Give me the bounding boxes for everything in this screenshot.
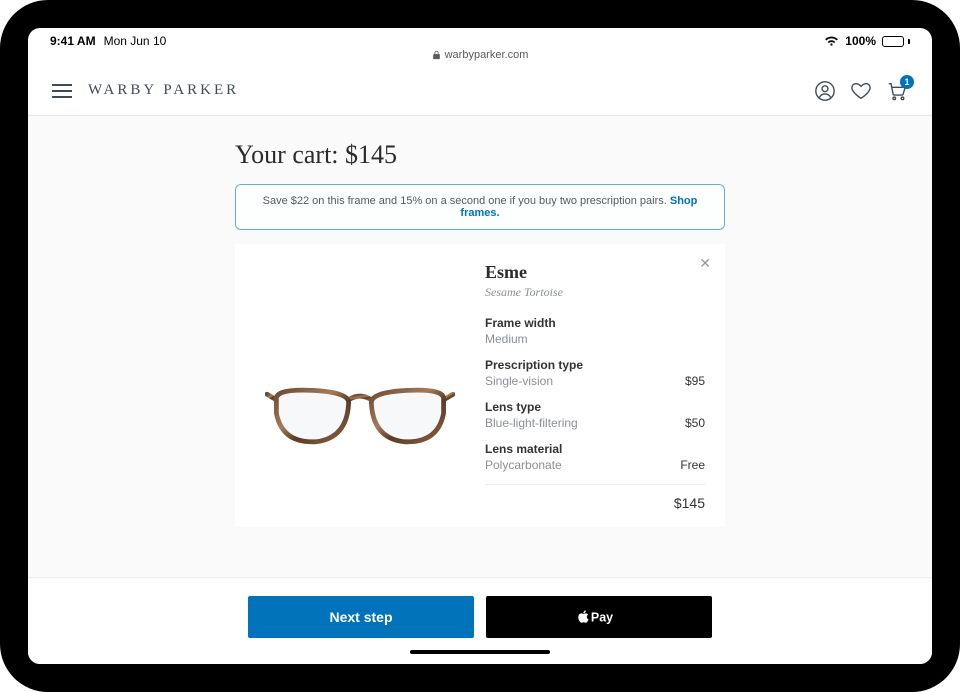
spec-label: Frame width: [485, 316, 705, 330]
status-date: Mon Jun 10: [104, 34, 167, 48]
page-title: Your cart: $145: [235, 140, 725, 170]
tablet-bezel: 9:41 AM Mon Jun 10 100% warbyparker.com: [0, 0, 960, 692]
spec-value: Medium: [485, 332, 528, 346]
product-image: [255, 262, 465, 511]
promo-text: Save $22 on this frame and 15% on a seco…: [263, 195, 670, 207]
battery-icon: [882, 36, 910, 47]
lock-icon: [432, 50, 441, 60]
cart-item-card: ✕: [235, 244, 725, 527]
svg-text:Pay: Pay: [591, 610, 613, 624]
item-total-row: $145: [485, 484, 705, 511]
home-indicator[interactable]: [410, 650, 550, 654]
brand-logo[interactable]: WARBY PARKER: [88, 82, 239, 99]
spec-label: Lens material: [485, 442, 705, 456]
spec-row: Lens material Polycarbonate Free: [485, 442, 705, 472]
cart-icon[interactable]: 1: [886, 80, 908, 102]
apple-pay-button[interactable]: Pay: [486, 596, 712, 638]
product-name: Esme: [485, 262, 705, 283]
cart-count-badge: 1: [900, 75, 914, 89]
promo-banner: Save $22 on this frame and 15% on a seco…: [235, 184, 725, 230]
screen: 9:41 AM Mon Jun 10 100% warbyparker.com: [28, 28, 932, 664]
menu-icon[interactable]: [52, 84, 72, 98]
spec-value: Blue-light-filtering: [485, 416, 578, 430]
spec-price: $95: [685, 374, 705, 388]
spec-value: Single-vision: [485, 374, 553, 388]
main-content: Your cart: $145 Save $22 on this frame a…: [28, 116, 932, 577]
spec-row: Frame width Medium: [485, 316, 705, 346]
spec-row: Prescription type Single-vision $95: [485, 358, 705, 388]
product-color: Sesame Tortoise: [485, 285, 705, 300]
product-specs: Frame width Medium Prescription type Single…: [485, 316, 705, 472]
battery-percent: 100%: [845, 34, 876, 48]
close-icon[interactable]: ✕: [699, 256, 711, 270]
wifi-icon: [824, 36, 839, 47]
product-details: Esme Sesame Tortoise Frame width Medium Pr…: [485, 262, 705, 511]
item-total: $145: [674, 495, 705, 511]
spec-label: Lens type: [485, 400, 705, 414]
next-step-button[interactable]: Next step: [248, 596, 474, 638]
url-host: warbyparker.com: [445, 49, 529, 61]
account-icon[interactable]: [814, 80, 836, 102]
spec-price: $50: [685, 416, 705, 430]
site-header: WARBY PARKER 1: [28, 66, 932, 116]
status-time: 9:41 AM: [50, 34, 96, 48]
spec-price: Free: [680, 458, 705, 472]
browser-url-bar[interactable]: warbyparker.com: [28, 48, 932, 62]
spec-value: Polycarbonate: [485, 458, 562, 472]
spec-row: Lens type Blue-light-filtering $50: [485, 400, 705, 430]
spec-label: Prescription type: [485, 358, 705, 372]
apple-pay-logo-icon: Pay: [577, 607, 621, 627]
favorites-icon[interactable]: [850, 80, 872, 102]
